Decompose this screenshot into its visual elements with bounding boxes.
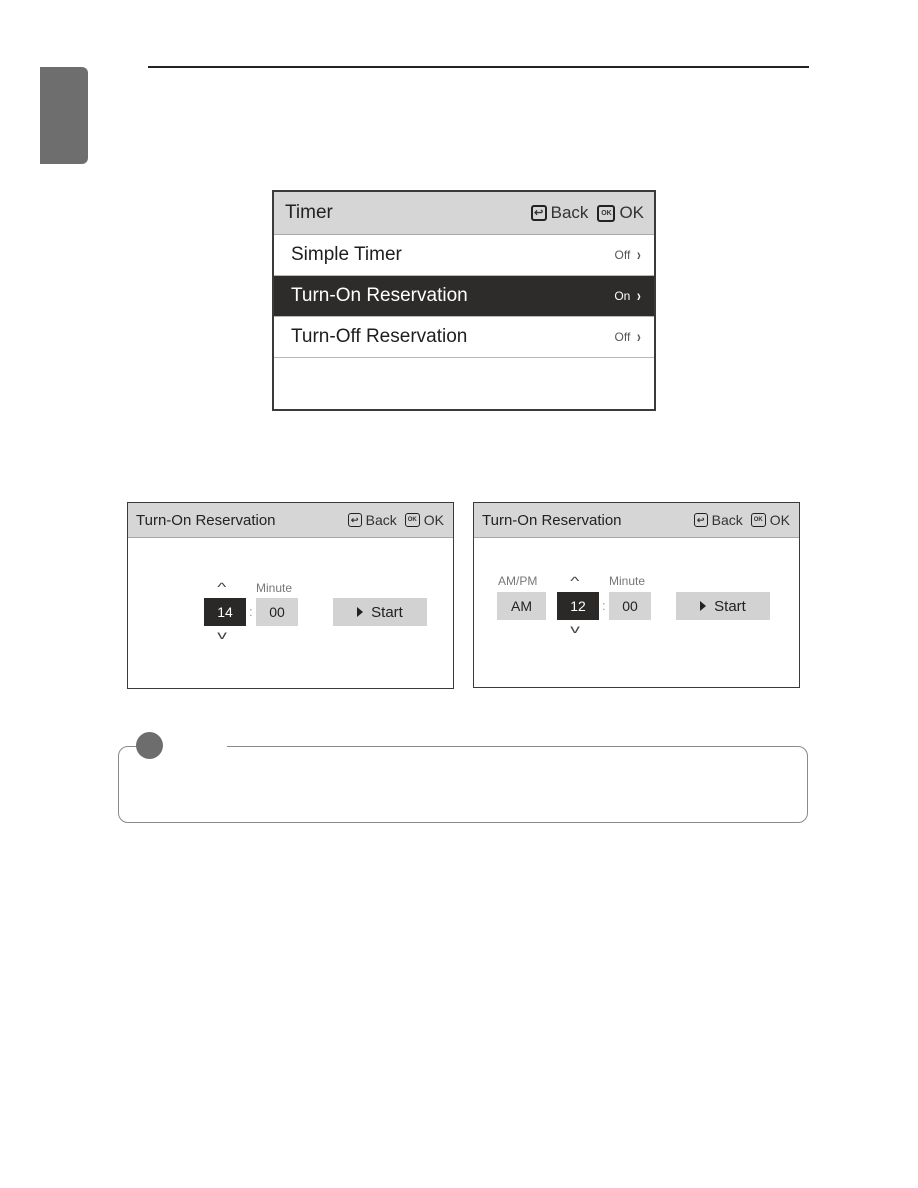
menu-item-turn-on-reservation[interactable]: Turn-On Reservation On › [274, 276, 654, 317]
timer-menu-screen: Timer ↩ Back OK OK Simple Timer Off › Tur… [272, 190, 656, 411]
minute-field[interactable]: 00 [256, 598, 298, 626]
hour-down-arrow-icon[interactable]: v [217, 628, 227, 642]
menu-item-simple-timer[interactable]: Simple Timer Off › [274, 235, 654, 276]
time-separator: : [602, 598, 606, 613]
hour-up-arrow-icon[interactable]: ^ [570, 574, 579, 588]
menu-item-status: Off [614, 330, 631, 344]
screen-header: Turn-On Reservation ↩ Back OK OK [128, 503, 453, 538]
ampm-field[interactable]: AM [497, 592, 546, 620]
chevron-right-icon: › [637, 327, 642, 346]
back-label: Back [365, 512, 397, 528]
screen-header: Timer ↩ Back OK OK [274, 192, 654, 235]
back-icon: ↩ [693, 513, 708, 527]
back-icon: ↩ [530, 205, 547, 221]
back-label: Back [550, 203, 589, 222]
screen-title: Timer [285, 202, 333, 223]
menu-item-status: Off [614, 248, 631, 262]
back-button[interactable]: ↩ Back [693, 512, 743, 528]
ok-label: OK [619, 203, 644, 222]
ok-key-icon: OK [750, 513, 766, 527]
start-label: Start [714, 597, 746, 615]
back-button[interactable]: ↩ Back [530, 203, 589, 223]
minute-label: Minute [256, 581, 293, 595]
start-button[interactable]: Start [676, 592, 770, 620]
ok-button[interactable]: OK OK [404, 512, 444, 528]
chevron-right-icon: › [637, 286, 642, 305]
menu-item-status: On [614, 289, 631, 303]
menu-item-turn-off-reservation[interactable]: Turn-Off Reservation Off › [274, 317, 654, 358]
ok-label: OK [769, 512, 790, 528]
start-button[interactable]: Start [333, 598, 427, 626]
hour-field[interactable]: 14 [204, 598, 246, 626]
note-box [118, 746, 808, 823]
ok-button[interactable]: OK OK [597, 203, 644, 223]
screen-title: Turn-On Reservation [136, 511, 276, 529]
back-label: Back [711, 512, 743, 528]
reservation-screen-24h: Turn-On Reservation ↩ Back OK OK ^ Minut… [127, 502, 454, 689]
note-header-gap [155, 740, 227, 752]
ok-key-icon: OK [404, 513, 420, 527]
ok-button[interactable]: OK OK [750, 512, 790, 528]
header-rule [148, 66, 809, 68]
ok-label: OK [423, 512, 444, 528]
ok-key-icon: OK [597, 204, 616, 222]
menu-item-label: Simple Timer [291, 244, 402, 265]
back-button[interactable]: ↩ Back [347, 512, 397, 528]
chevron-right-icon: › [637, 245, 642, 264]
ampm-label: AM/PM [498, 574, 538, 588]
screen-title: Turn-On Reservation [482, 511, 622, 529]
menu-item-label: Turn-On Reservation [291, 285, 468, 306]
hour-down-arrow-icon[interactable]: v [570, 622, 580, 636]
minute-label: Minute [609, 574, 646, 588]
screen-header: Turn-On Reservation ↩ Back OK OK [474, 503, 799, 538]
start-label: Start [371, 603, 403, 621]
reservation-screen-12h: Turn-On Reservation ↩ Back OK OK AM/PM A… [473, 502, 800, 688]
minute-field[interactable]: 00 [609, 592, 651, 620]
chapter-side-tab [40, 67, 88, 164]
play-icon [700, 601, 707, 611]
play-icon [357, 607, 364, 617]
back-icon: ↩ [347, 513, 362, 527]
menu-item-label: Turn-Off Reservation [291, 326, 468, 347]
time-separator: : [249, 604, 253, 619]
note-icon [136, 732, 163, 759]
hour-field[interactable]: 12 [557, 592, 599, 620]
hour-up-arrow-icon[interactable]: ^ [217, 580, 226, 594]
